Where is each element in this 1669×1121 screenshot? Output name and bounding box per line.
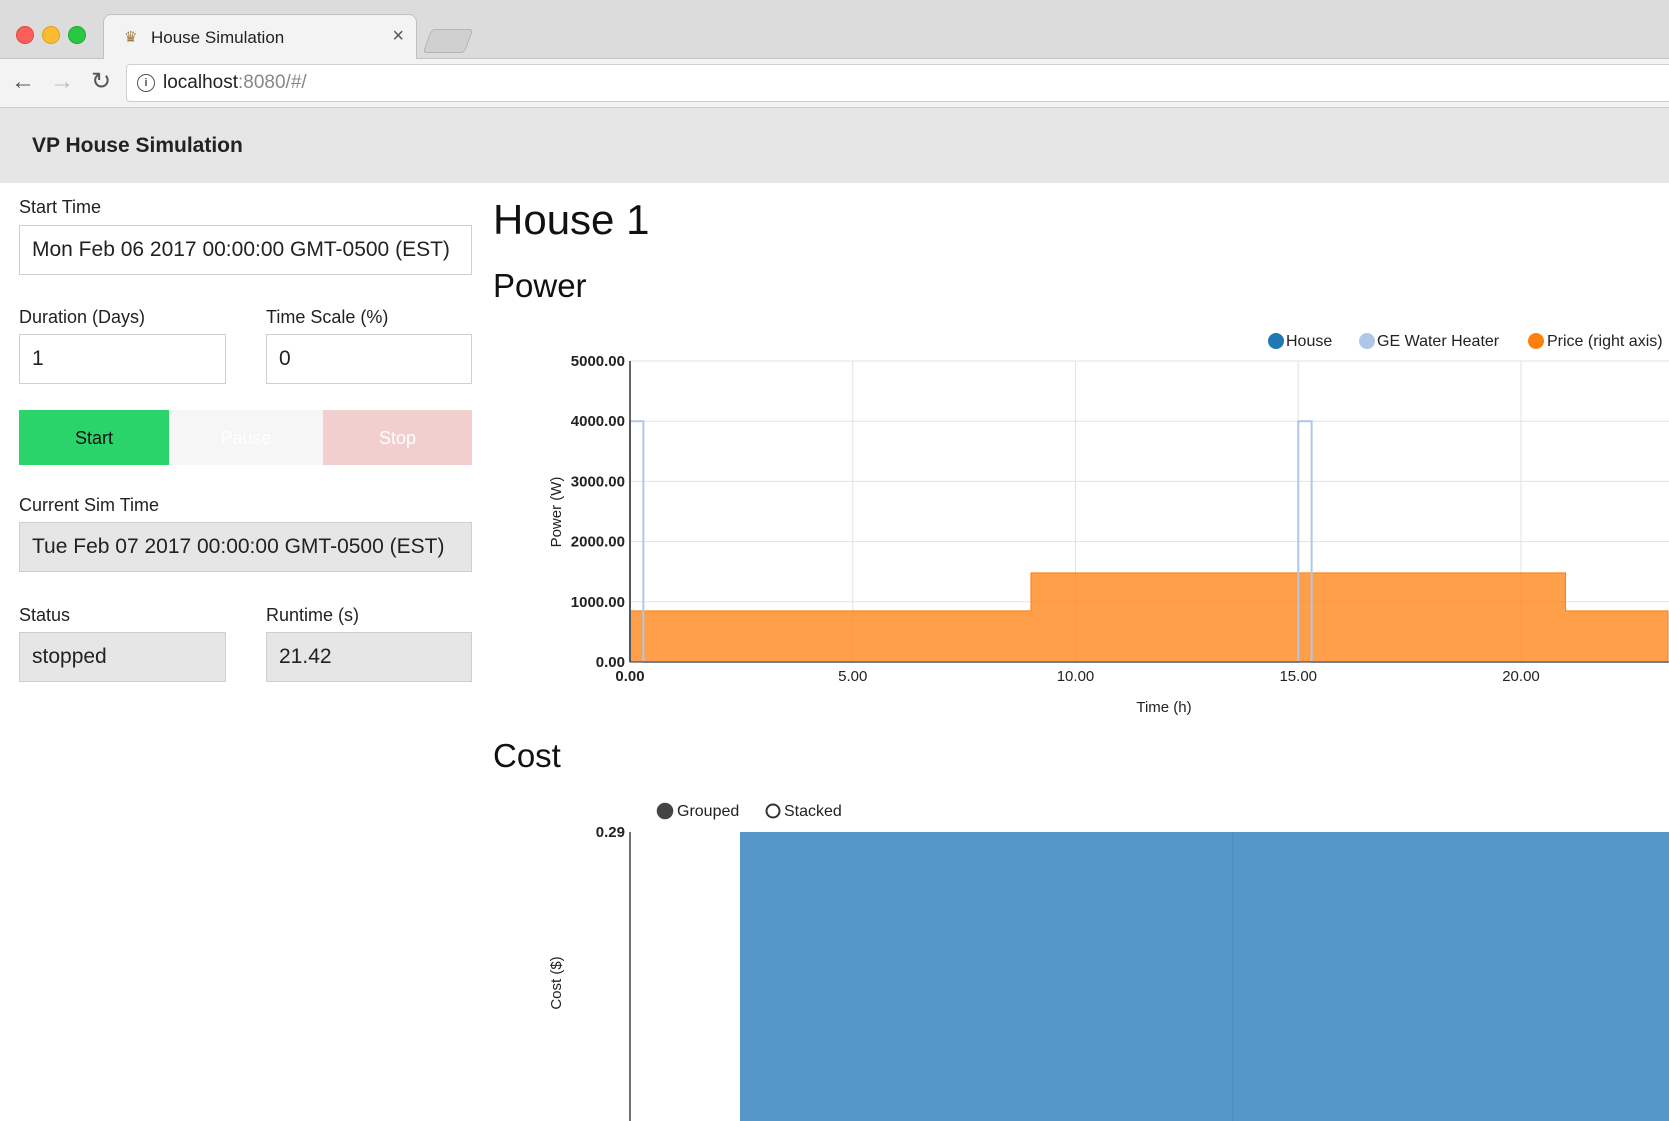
power-y-tick-label: 4000.00 xyxy=(571,413,625,430)
stacked-radio-icon xyxy=(765,803,781,819)
power-legend-label: Price (right axis) xyxy=(1547,333,1663,350)
power-x-tick-label: 15.00 xyxy=(1279,668,1317,685)
power-legend-swatch xyxy=(1528,333,1544,349)
power-y-tick-label: 5000.00 xyxy=(571,353,625,370)
grouped-legend-label: Grouped xyxy=(677,803,739,820)
power-legend-label: GE Water Heater xyxy=(1377,333,1500,350)
power-x-tick-label: 10.00 xyxy=(1057,668,1095,685)
power-y-tick-label: 3000.00 xyxy=(571,473,625,490)
power-chart: 0.00 1000.00 2000.00 3000.00 4000.00 5000.00 0… xyxy=(548,333,1669,1121)
power-y-axis-label: Power (W) xyxy=(548,477,565,548)
power-x-axis-label: Time (h) xyxy=(1136,699,1191,716)
grouped-radio-icon xyxy=(656,802,674,820)
power-x-tick-label: 5.00 xyxy=(838,668,867,685)
cost-y-tick-label: 0.29 xyxy=(596,824,625,841)
power-y-tick-label: 1000.00 xyxy=(571,594,625,611)
power-x-tick-label: 20.00 xyxy=(1502,668,1540,685)
power-legend-swatch xyxy=(1359,333,1375,349)
power-legend-swatch xyxy=(1268,333,1284,349)
power-y-tick-label: 2000.00 xyxy=(571,534,625,551)
cost-bar xyxy=(1233,832,1669,1121)
power-legend-label: House xyxy=(1286,333,1332,350)
price-area-series xyxy=(629,572,1669,663)
cost-y-axis-label: Cost ($) xyxy=(548,956,565,1009)
stacked-legend-label: Stacked xyxy=(784,803,842,820)
cost-bar xyxy=(740,832,1233,1121)
power-x-tick-label: 0.00 xyxy=(615,668,644,685)
